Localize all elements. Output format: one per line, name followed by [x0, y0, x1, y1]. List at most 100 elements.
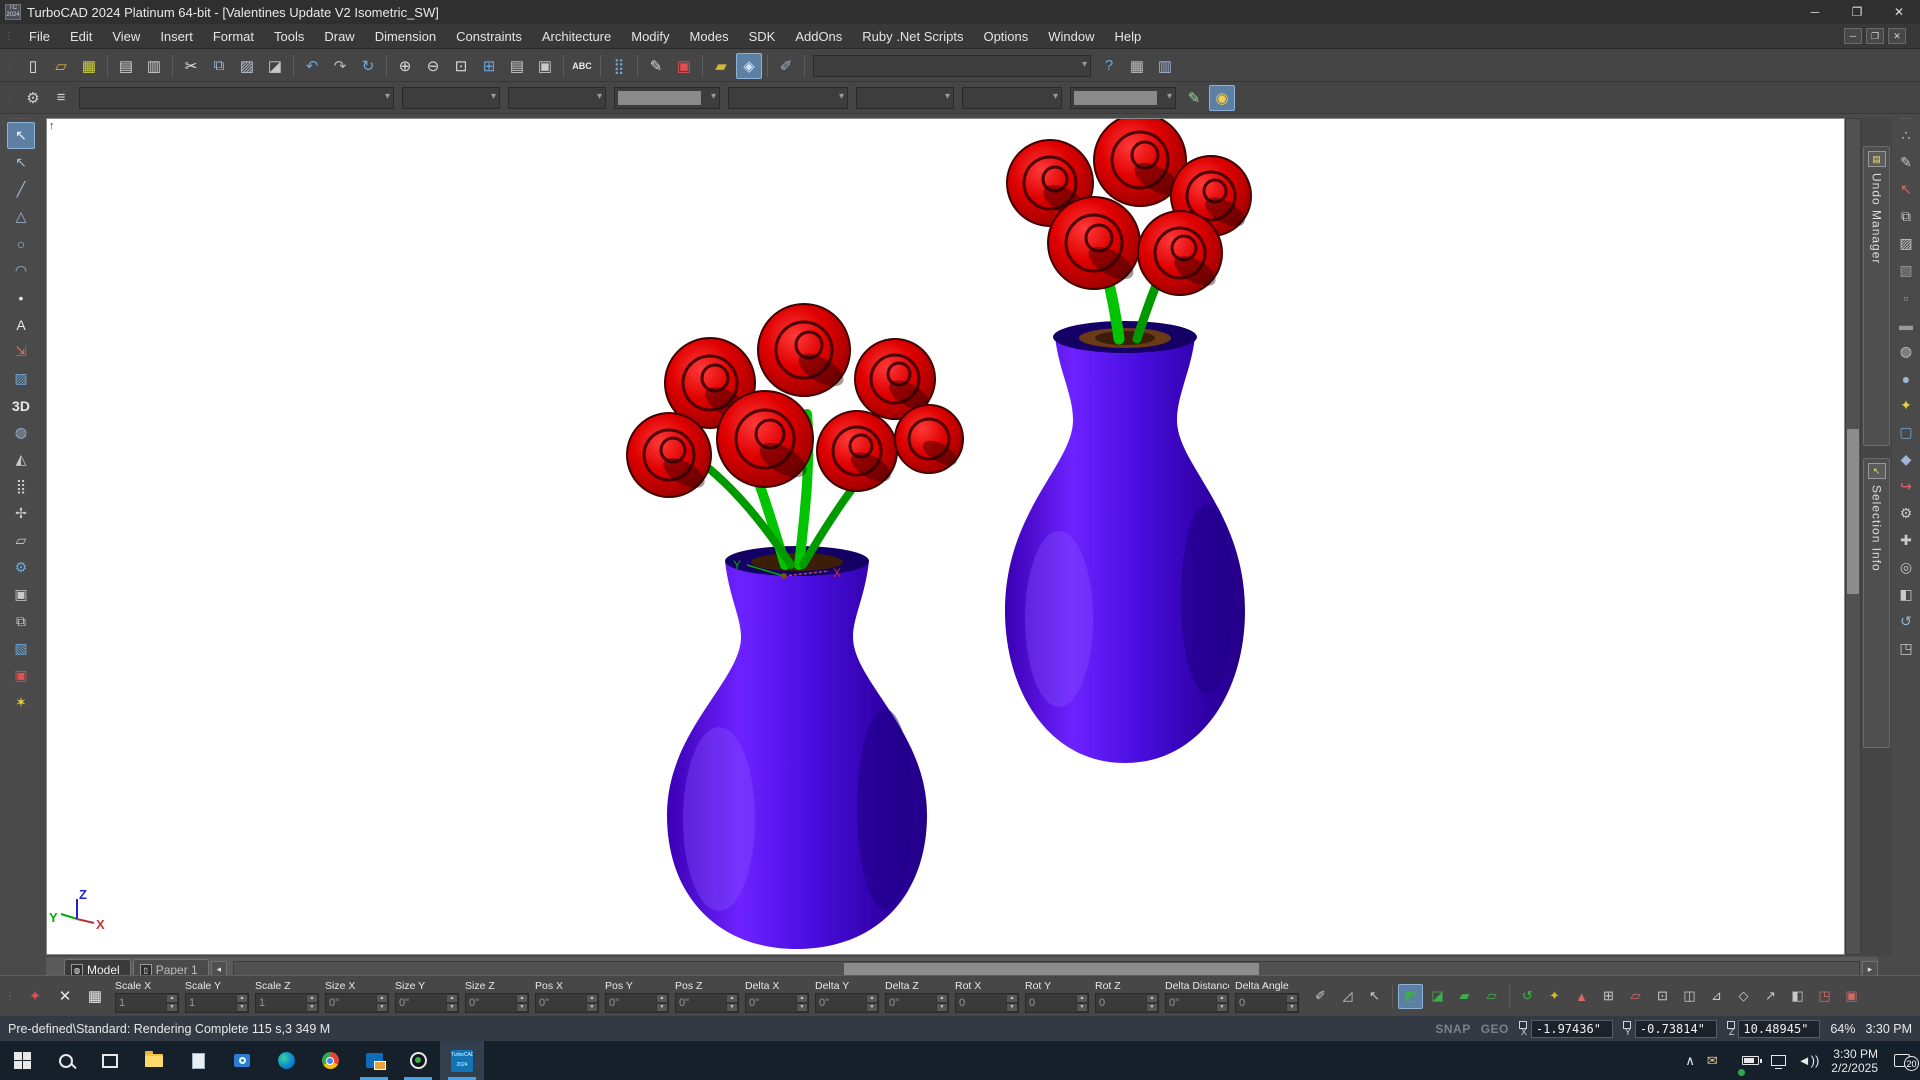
revolve-icon[interactable]: ↺ [1892, 608, 1920, 635]
grid-snap-icon[interactable]: ⣿ [606, 53, 632, 79]
z-coordinate-input[interactable]: 10.48945" [1738, 1020, 1820, 1038]
zoom-extents-icon[interactable]: ⊞ [476, 53, 502, 79]
spinner-down-button[interactable]: ▼ [936, 1003, 948, 1012]
menu-file[interactable]: File [19, 26, 60, 47]
spinner-down-button[interactable]: ▼ [726, 1003, 738, 1012]
fit-window-icon[interactable]: ▣ [7, 581, 35, 608]
skew-icon[interactable]: ▱ [1623, 984, 1648, 1009]
spinner-down-button[interactable]: ▼ [1076, 1003, 1088, 1012]
spinner-up-button[interactable]: ▲ [1076, 994, 1088, 1003]
file-explorer-button[interactable] [132, 1041, 176, 1080]
battery-tray-icon[interactable] [1742, 1056, 1759, 1065]
spinner-down-button[interactable]: ▼ [866, 1003, 878, 1012]
paint-3d-icon[interactable]: ✦ [1892, 392, 1920, 419]
color-combo[interactable] [614, 87, 720, 109]
minimize-button[interactable]: ─ [1794, 0, 1836, 24]
drawing-canvas[interactable]: ↑ [46, 118, 1845, 955]
workspace-icon[interactable]: ▰ [708, 53, 734, 79]
tab-undo-manager[interactable]: ▤ Undo Manager [1863, 146, 1890, 446]
field-input[interactable]: 0" [326, 994, 376, 1012]
render-scene-icon[interactable]: ▣ [671, 53, 697, 79]
menu-help[interactable]: Help [1105, 26, 1152, 47]
points-cloud-icon[interactable]: ∴ [1892, 122, 1920, 149]
sphere-3d-icon[interactable]: ◍ [7, 419, 35, 446]
drafting-palette-icon[interactable]: ✐ [773, 53, 799, 79]
menu-sdk[interactable]: SDK [739, 26, 786, 47]
selection-wand-icon[interactable]: ✦ [22, 983, 48, 1009]
field-input[interactable]: 1 [186, 994, 236, 1012]
tray-expand-button[interactable]: ∧ [1685, 1053, 1695, 1069]
panel-icon[interactable]: ▬ [1892, 311, 1920, 338]
select-region-icon[interactable]: ▢ [1892, 419, 1920, 446]
field-input[interactable]: 0 [1026, 994, 1076, 1012]
spinner-down-button[interactable]: ▼ [236, 1003, 248, 1012]
linetype-combo[interactable] [508, 87, 606, 109]
polyline-3d-icon[interactable]: 3D [7, 392, 35, 419]
geo-toggle[interactable]: GEO [1481, 1022, 1509, 1036]
zoom-window-icon[interactable]: ⊡ [448, 53, 474, 79]
copy-icon[interactable]: ⧉ [206, 53, 232, 79]
print-icon[interactable]: ▤ [113, 53, 139, 79]
spell-check-icon[interactable]: ABC [569, 53, 595, 79]
field-input[interactable]: 0" [746, 994, 796, 1012]
field-input[interactable]: 0" [676, 994, 726, 1012]
vase-left[interactable]: Y X [627, 304, 963, 949]
menu-modes[interactable]: Modes [680, 26, 739, 47]
pen-edit-icon[interactable]: ✎ [1181, 85, 1207, 111]
menu-constraints[interactable]: Constraints [446, 26, 532, 47]
spinner-up-button[interactable]: ▲ [236, 994, 248, 1003]
edge-button[interactable] [264, 1041, 308, 1080]
close-button[interactable]: ✕ [1878, 0, 1920, 24]
open-icon[interactable]: ▱ [48, 53, 74, 79]
spinner-up-button[interactable]: ▲ [796, 994, 808, 1003]
spinner-up-button[interactable]: ▲ [166, 994, 178, 1003]
field-input[interactable]: 0 [1236, 994, 1286, 1012]
spinner-up-button[interactable]: ▲ [1006, 994, 1018, 1003]
menu-window[interactable]: Window [1038, 26, 1104, 47]
spinner-down-button[interactable]: ▼ [656, 1003, 668, 1012]
line-tool-icon[interactable]: ╱ [7, 176, 35, 203]
field-input[interactable]: 0" [1166, 994, 1216, 1012]
spinner-down-button[interactable]: ▼ [1286, 1003, 1298, 1012]
pens-icon[interactable]: ✎ [1892, 149, 1920, 176]
materials-icon[interactable]: ▣ [532, 53, 558, 79]
vertical-scrollbar-thumb[interactable] [1847, 429, 1859, 594]
style-combo[interactable] [79, 87, 394, 109]
select-tool-icon[interactable]: ↖ [7, 122, 35, 149]
paste-3d-icon[interactable]: ▨ [1892, 230, 1920, 257]
spinner-down-button[interactable]: ▼ [586, 1003, 598, 1012]
spinner-up-button[interactable]: ▲ [1286, 994, 1298, 1003]
property-gear-icon[interactable]: ⚙ [20, 85, 46, 111]
layer-combo[interactable] [402, 87, 500, 109]
menu-draw[interactable]: Draw [314, 26, 364, 47]
redo-icon[interactable]: ↷ [327, 53, 353, 79]
field-input[interactable]: 0" [816, 994, 866, 1012]
spinner-up-button[interactable]: ▲ [656, 994, 668, 1003]
spinner-down-button[interactable]: ▼ [446, 1003, 458, 1012]
mirror-icon[interactable]: ◫ [1677, 984, 1702, 1009]
screw-icon[interactable]: ✚ [1892, 527, 1920, 554]
spinner-up-button[interactable]: ▲ [936, 994, 948, 1003]
start-button[interactable] [0, 1041, 44, 1080]
tab-selection-info[interactable]: ↖ Selection Info [1863, 458, 1890, 748]
field-input[interactable]: 0" [536, 994, 586, 1012]
spinner-up-button[interactable]: ▲ [586, 994, 598, 1003]
spinner-down-button[interactable]: ▼ [796, 1003, 808, 1012]
snipping-tool-button[interactable] [220, 1041, 264, 1080]
field-input[interactable]: 0" [606, 994, 656, 1012]
new-target-icon[interactable]: ✶ [7, 689, 35, 716]
volume-tray-icon[interactable]: ◄)) [1798, 1053, 1820, 1068]
snap-toggle[interactable]: SNAP [1435, 1022, 1470, 1036]
render-mode-button[interactable]: ◉ [1209, 85, 1235, 111]
array-icon[interactable]: ⊡ [1650, 984, 1675, 1009]
extrude-icon[interactable]: ◧ [1892, 581, 1920, 608]
text-tool-icon[interactable]: A [7, 311, 35, 338]
material-combo[interactable] [962, 87, 1062, 109]
spinner-down-button[interactable]: ▼ [376, 1003, 388, 1012]
clear-selection-icon[interactable]: ✕ [52, 983, 78, 1009]
notification-center-button[interactable]: 20 [1894, 1054, 1910, 1067]
point-tool-icon[interactable]: • [7, 284, 35, 311]
vase-right[interactable] [1005, 119, 1251, 763]
box-3d-icon[interactable]: ▱ [7, 527, 35, 554]
gear-3d-icon[interactable]: ⚙ [7, 554, 35, 581]
